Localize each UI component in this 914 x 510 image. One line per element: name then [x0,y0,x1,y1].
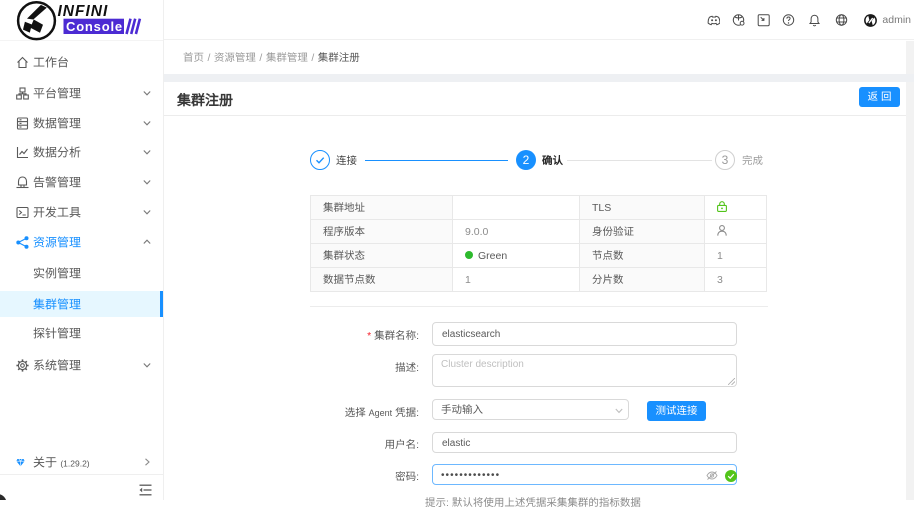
svg-text:INFINI: INFINI [58,3,109,20]
svg-text:Console: Console [66,19,123,34]
